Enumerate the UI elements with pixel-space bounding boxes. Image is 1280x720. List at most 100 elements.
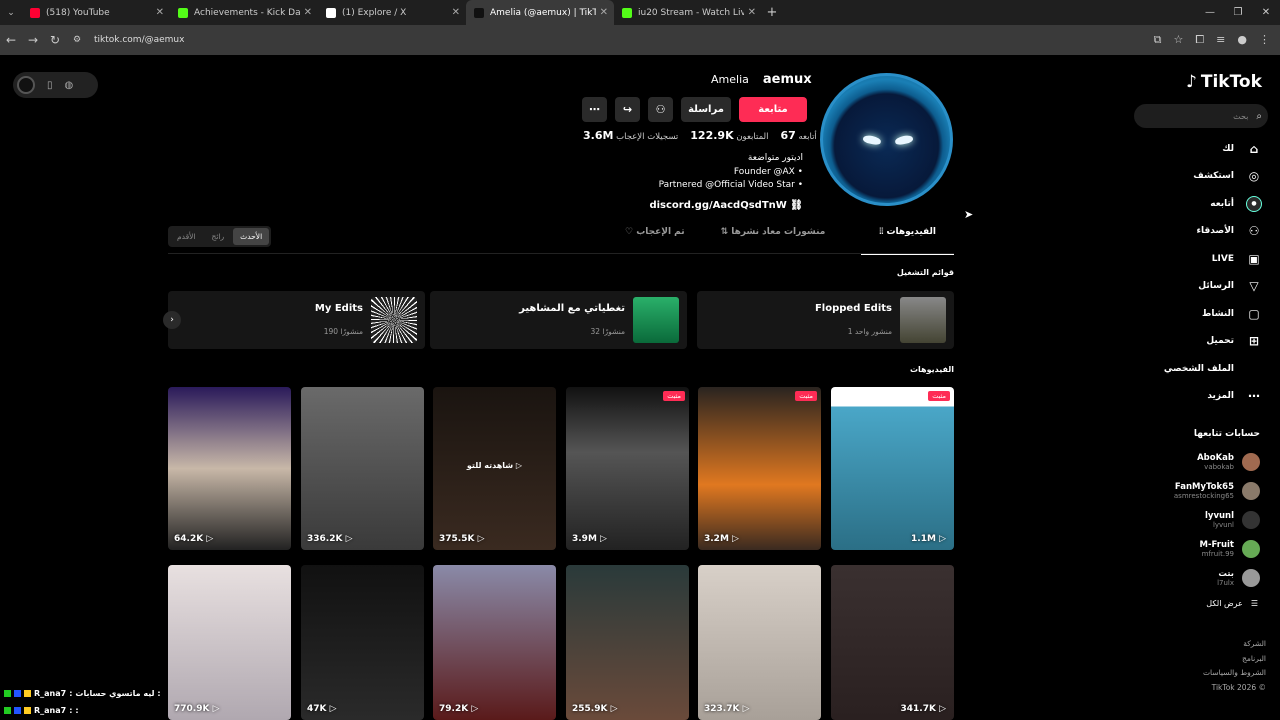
video-card[interactable]: 64.2K ▷ — [168, 387, 291, 550]
browser-tab[interactable]: Achievements - Kick Dashboard ✕ — [170, 0, 318, 25]
video-card[interactable]: مثبت 3.2M ▷ — [698, 387, 821, 550]
sort-popular[interactable]: رائج — [205, 228, 232, 245]
followed-account[interactable]: lyvunl lyvunl — [1100, 511, 1260, 529]
upload-icon: ⊞ — [1248, 334, 1260, 349]
sidebar-item[interactable]: الأصدقاء ⚇ — [1102, 218, 1262, 246]
footer-link[interactable]: البرنامج — [1203, 652, 1266, 667]
playlist-card[interactable]: My Edits 190 منشورًا › — [163, 291, 425, 349]
back-icon[interactable]: ← — [0, 33, 22, 47]
maximize-icon[interactable]: ❐ — [1224, 0, 1252, 25]
url-field[interactable]: tiktok.com/@aemux — [94, 35, 1154, 45]
video-card[interactable]: 770.9K ▷ — [168, 565, 291, 720]
video-card[interactable]: شاهدته للتو ▷ 375.5K ▷ — [433, 387, 556, 550]
tab-close-icon[interactable]: ✕ — [304, 7, 312, 18]
sidebar-item[interactable]: الرسائل ▽ — [1102, 273, 1262, 301]
video-card[interactable]: 336.2K ▷ — [301, 387, 424, 550]
view-count: 1.1M ▷ — [911, 534, 946, 544]
tab-close-icon[interactable]: ✕ — [156, 7, 164, 18]
view-count: 64.2K ▷ — [174, 534, 214, 544]
browser-tab[interactable]: (518) YouTube ✕ — [22, 0, 170, 25]
sidebar-item[interactable]: استكشف ◎ — [1102, 163, 1262, 191]
bookmark-star-icon[interactable]: ☆ — [1173, 33, 1183, 47]
chat-message: R_ana7 : : — [4, 706, 79, 715]
view-count: 255.9K ▷ — [572, 704, 618, 714]
tab-close-icon[interactable]: ✕ — [748, 7, 756, 18]
sort-oldest[interactable]: الأقدم — [170, 228, 203, 245]
chevron-right-icon[interactable]: › — [163, 311, 181, 329]
address-bar: ← → ↻ ⚙ tiktok.com/@aemux ⧉ ☆ ⧠ ≡ ● ⋮ — [0, 25, 1280, 55]
tab-reposts[interactable]: ⇅ منشورات معاد نشرها — [721, 227, 826, 255]
extensions-icon[interactable]: ⧠ — [1195, 33, 1204, 47]
followed-account[interactable]: FanMyTok65 asmrestocking65 — [1100, 482, 1260, 500]
add-friend-button[interactable]: ⚇ — [648, 97, 673, 122]
sidebar-item[interactable]: النشاط ▢ — [1102, 300, 1262, 328]
sidebar-item[interactable]: تحميل ⊞ — [1102, 328, 1262, 356]
tab-title: Amelia (@aemux) | TikTok — [490, 7, 596, 18]
sidebar-item[interactable]: لك ⌂ — [1102, 135, 1262, 163]
phone-icon[interactable]: ▯ — [47, 80, 53, 91]
media-icon[interactable]: ≡ — [1216, 33, 1225, 47]
video-card[interactable]: مثبت 3.9M ▷ — [566, 387, 689, 550]
record-icon[interactable] — [17, 76, 35, 94]
playlist-count: منشور واحد 1 — [847, 327, 892, 336]
follow-button[interactable]: متابعة — [739, 97, 807, 122]
more-options-button[interactable]: ⋯ — [582, 97, 607, 122]
sidebar-item[interactable]: أتابعه ● — [1102, 190, 1262, 218]
sidebar-item-label: تحميل — [1206, 336, 1234, 347]
search-input[interactable]: بحث ⌕ — [1134, 104, 1268, 128]
sidebar-item[interactable]: الملف الشخصي — [1102, 355, 1262, 383]
sidebar-item-label: الملف الشخصي — [1163, 363, 1234, 374]
sidebar-item[interactable]: المزيد ⋯ — [1102, 383, 1262, 411]
minimize-icon[interactable]: — — [1196, 0, 1224, 25]
followed-account[interactable]: بتت l7ulx — [1100, 569, 1260, 587]
tab-favicon-icon — [30, 7, 40, 18]
tiktok-logo[interactable]: ♪ TikTok — [1186, 72, 1262, 92]
profile-link[interactable]: discord.gg/AacdQsdTnW ⛓ — [649, 200, 803, 211]
video-card[interactable]: مثبت 1.1M ▷ — [831, 387, 954, 550]
close-window-icon[interactable]: ✕ — [1252, 0, 1280, 25]
footer-link[interactable]: الشروط والسياسات — [1203, 666, 1266, 681]
link-icon: ⛓ — [790, 200, 803, 211]
site-info-icon[interactable]: ⚙ — [66, 35, 88, 45]
tab-close-icon[interactable]: ✕ — [600, 7, 608, 18]
message-button[interactable]: مراسلة — [681, 97, 731, 122]
sidebar-footer: الشركة البرنامج الشروط والسياسات TikTok 202… — [1203, 637, 1266, 695]
view-count: 3.9M ▷ — [572, 534, 607, 544]
new-tab-button[interactable]: + — [762, 5, 782, 20]
compass-mini-icon[interactable]: ◍ — [65, 80, 74, 91]
browser-menu-icon[interactable]: ⋮ — [1259, 33, 1270, 47]
video-card[interactable]: 255.9K ▷ — [566, 565, 689, 720]
video-card[interactable]: 323.7K ▷ — [698, 565, 821, 720]
video-card[interactable]: 79.2K ▷ — [433, 565, 556, 720]
account-avatar — [1242, 540, 1260, 558]
see-all-link[interactable]: عرض الكل ☰ — [1206, 599, 1258, 608]
tab-close-icon[interactable]: ✕ — [452, 7, 460, 18]
tab-videos[interactable]: ⦙⦙ الفيديوهات — [861, 227, 954, 255]
sidebar-item[interactable]: LIVE ▣ — [1102, 245, 1262, 273]
playlists-heading: قوائم التشغيل — [896, 268, 954, 277]
playlist-card[interactable]: Flopped Edits منشور واحد 1 — [697, 291, 954, 349]
browser-tab[interactable]: Amelia (@aemux) | TikTok ✕ — [466, 0, 614, 25]
share-button[interactable]: ↪ — [615, 97, 640, 122]
sidebar-item-label: النشاط — [1201, 308, 1234, 319]
reload-icon[interactable]: ↻ — [44, 33, 66, 47]
video-card[interactable]: 47K ▷ — [301, 565, 424, 720]
account-avatar — [1242, 453, 1260, 471]
playlist-card[interactable]: تغطياتي مع المشاهير 32 منشورًا — [430, 291, 687, 349]
forward-icon[interactable]: → — [22, 33, 44, 47]
cast-icon[interactable]: ⧉ — [1154, 33, 1162, 47]
account-avatar — [1242, 482, 1260, 500]
browser-tab[interactable]: (1) Explore / X ✕ — [318, 0, 466, 25]
footer-link[interactable]: الشركة — [1203, 637, 1266, 652]
sort-latest[interactable]: الأحدث — [233, 228, 270, 245]
followers-stat[interactable]: 122.9K المتابعون — [690, 129, 768, 142]
followed-account[interactable]: AboKab vabokab — [1100, 453, 1260, 471]
video-card[interactable]: 341.7K ▷ — [831, 565, 954, 720]
browser-tab[interactable]: iu20 Stream - Watch Live on Ki... ✕ — [614, 0, 762, 25]
followed-account[interactable]: M-Fruit mfruit.99 — [1100, 540, 1260, 558]
profile-avatar-icon[interactable]: ● — [1237, 33, 1247, 47]
tab-search-icon[interactable]: ⌄ — [0, 0, 22, 25]
following-stat[interactable]: 67 أتابعه — [780, 129, 816, 142]
friends-icon: ⚇ — [1248, 224, 1260, 239]
tab-liked[interactable]: ♡ تم الإعجاب — [625, 227, 685, 255]
